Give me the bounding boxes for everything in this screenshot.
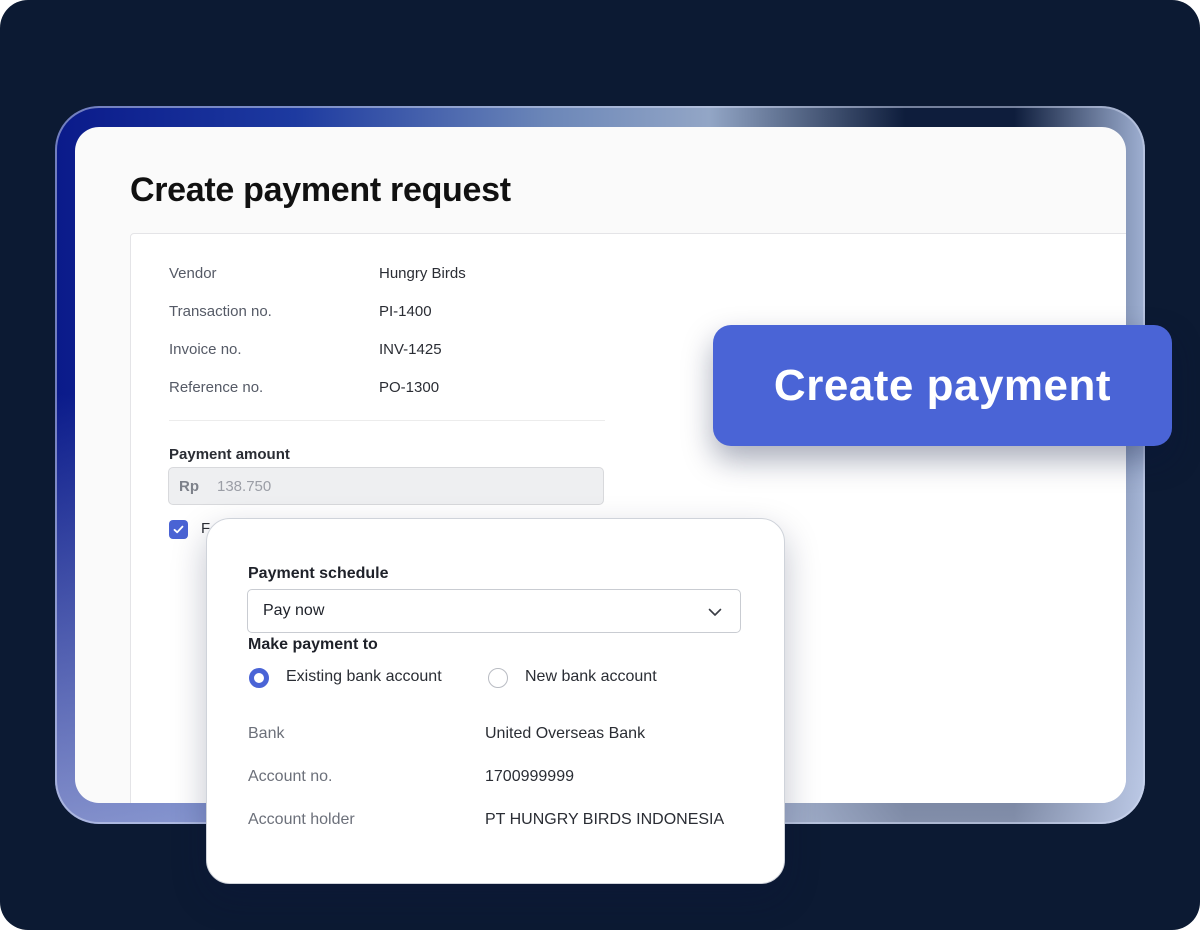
- detail-label: Vendor: [169, 265, 217, 282]
- radio-existing-bank-account[interactable]: [249, 668, 269, 688]
- detail-value: INV-1425: [379, 341, 442, 358]
- detail-value: PO-1300: [379, 379, 440, 396]
- payment-checkbox[interactable]: [169, 520, 188, 539]
- divider: [169, 420, 605, 421]
- payment-schedule-card: Payment schedule Pay now Make payment to…: [206, 518, 785, 884]
- chevron-down-icon: [708, 608, 722, 616]
- account-holder-value: PT HUNGRY BIRDS INDONESIA: [485, 811, 725, 828]
- account-no-value: 1700999999: [485, 768, 574, 785]
- payment-amount-input[interactable]: Rp 138.750: [168, 467, 604, 505]
- payment-amount-value: 138.750: [217, 478, 272, 495]
- detail-label: Transaction no.: [169, 303, 272, 320]
- account-holder-label: Account holder: [248, 811, 355, 828]
- make-payment-to-label: Make payment to: [248, 636, 378, 653]
- payment-schedule-label: Payment schedule: [248, 565, 389, 582]
- detail-label: Reference no.: [169, 379, 264, 396]
- account-no-label: Account no.: [248, 768, 333, 785]
- radio-label-new: New bank account: [525, 668, 657, 685]
- bank-value: United Overseas Bank: [485, 725, 646, 742]
- bank-label: Bank: [248, 725, 285, 742]
- detail-label: Invoice no.: [169, 341, 242, 358]
- payment-amount-label: Payment amount: [169, 446, 290, 463]
- detail-value: Hungry Birds: [379, 265, 466, 282]
- detail-value: PI-1400: [379, 303, 432, 320]
- check-icon: [173, 525, 184, 534]
- page-title: Create payment request: [130, 171, 511, 209]
- promo-stage: Create payment request Vendor Hungry Bir…: [0, 0, 1200, 930]
- currency-prefix: Rp: [179, 478, 199, 495]
- payment-schedule-select[interactable]: Pay now: [247, 589, 741, 633]
- create-payment-button[interactable]: Create payment: [713, 325, 1172, 446]
- radio-label-existing: Existing bank account: [286, 668, 442, 685]
- payment-schedule-value: Pay now: [263, 602, 325, 619]
- radio-new-bank-account[interactable]: [488, 668, 508, 688]
